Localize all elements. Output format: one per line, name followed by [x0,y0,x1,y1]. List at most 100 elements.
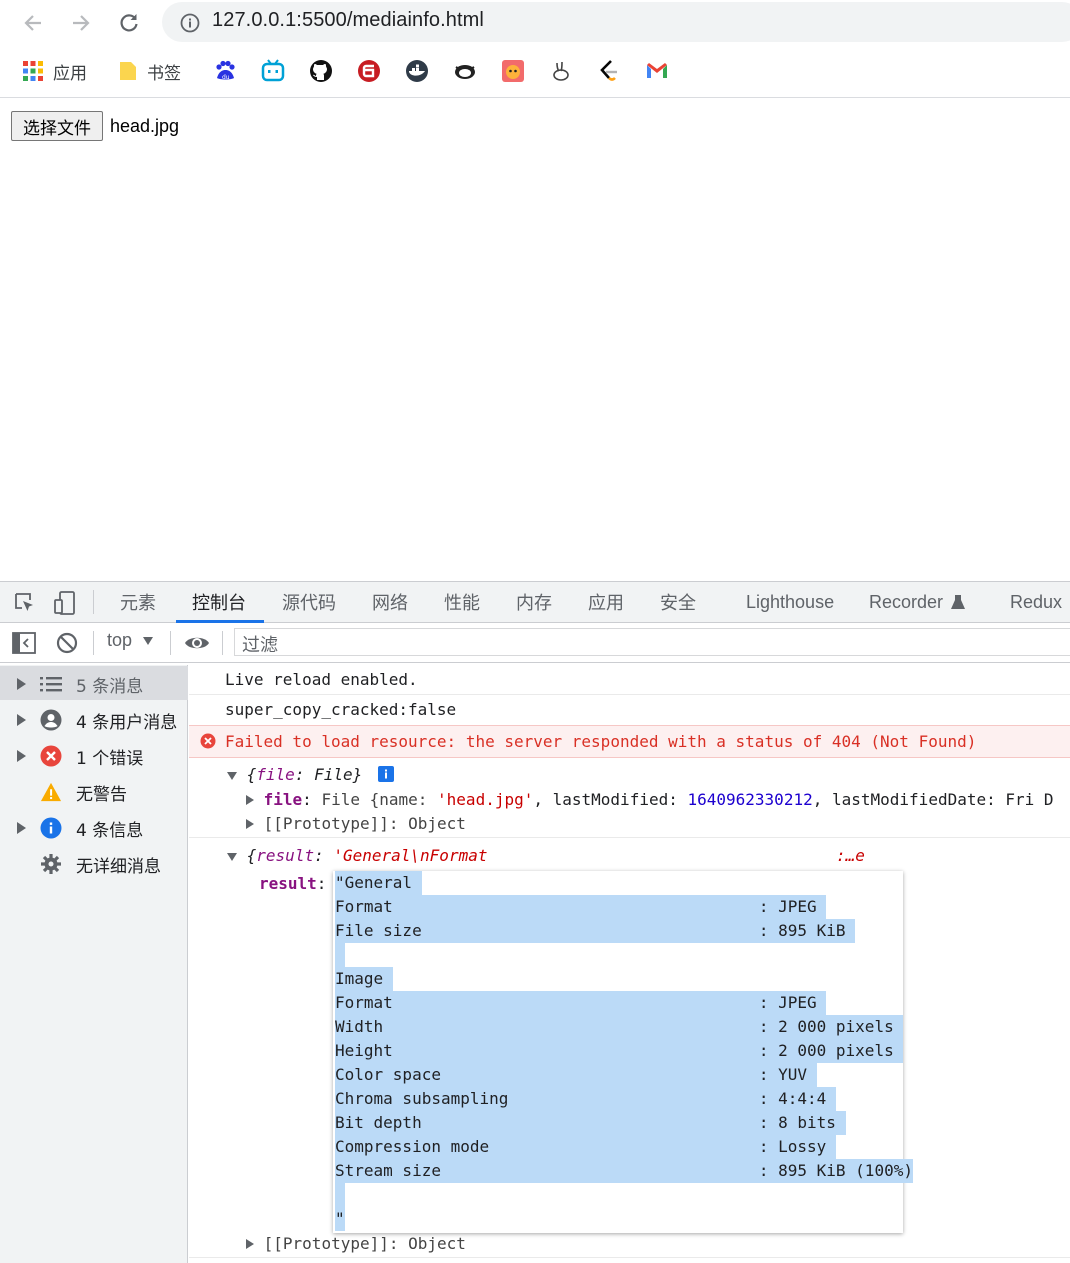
sidebar-item-messages[interactable]: 5 条消息 [0,666,188,700]
context-selector[interactable]: top [107,630,154,651]
string-value-popover[interactable]: "General Format : JPEG File size : 895 K… [333,871,913,1233]
popover-line: Format : JPEG [335,991,827,1015]
console-filter-input[interactable]: 过滤 [234,628,1070,656]
result-property-key: result: [259,874,327,893]
site-info-icon[interactable] [180,13,200,37]
gear-icon [40,853,62,875]
popover-line: Bit depth : 8 bits [335,1111,846,1135]
bookmark-github[interactable] [309,58,333,84]
tab-lighthouse[interactable]: Lighthouse [746,582,834,622]
back-button[interactable] [18,8,48,38]
toolbar-divider [170,631,171,655]
bookmark-gitee[interactable] [357,58,381,84]
collapse-triangle-icon [227,772,237,780]
tab-security[interactable]: 安全 [660,582,696,622]
tab-performance[interactable]: 性能 [444,582,480,622]
sidebar-item-user-messages[interactable]: 4 条用户消息 [0,702,188,736]
baidu-icon: du [216,60,235,81]
bookmark-bilibili[interactable] [261,58,285,84]
bookmark-tiger[interactable] [501,58,525,84]
popover-line: " [335,1207,345,1231]
bookmark-baidu[interactable]: du [213,58,237,84]
console-output: Live reload enabled. super_copy_cracked:… [189,665,1070,1263]
tab-memory[interactable]: 内存 [516,582,552,622]
tab-elements[interactable]: 元素 [120,582,156,622]
tab-application[interactable]: 应用 [588,582,624,622]
object-prototype[interactable]: [[Prototype]]: Object [246,814,1070,833]
popover-line: Chroma subsampling : 4:4:4 [335,1087,836,1111]
url-text: 127.0.0.1:5500/mediainfo.html [212,9,484,31]
popover-line: Color space : YUV [335,1063,817,1087]
bookmark-apps[interactable]: 应用 [22,58,87,84]
sidebar-item-errors[interactable]: 1 个错误 [0,738,188,772]
niuke-icon [455,65,475,79]
tab-network[interactable]: 网络 [372,582,408,622]
message-divider [189,694,1070,695]
sidebar-item-warnings[interactable]: 无警告 [0,774,188,808]
sidebar-item-info[interactable]: 4 条信息 [0,810,188,844]
address-bar[interactable]: 127.0.0.1:5500/mediainfo.html [162,2,1070,42]
prototype-label: [[Prototype]]: Object [263,814,466,833]
folder-icon [120,62,136,80]
property-key: file [263,790,303,809]
console-sidebar: 5 条消息 4 条用户消息 1 个错误 无警告 4 条信息 无详细消息 [0,665,188,1263]
popover-line: Compression mode : Lossy [335,1135,836,1159]
prototype-label: [[Prototype]]: Object [263,1234,466,1253]
console-log-line: super_copy_cracked:false [225,700,457,719]
info-badge-icon[interactable] [377,765,394,786]
sidebar-item-verbose[interactable]: 无详细消息 [0,846,188,880]
console-log-line: Live reload enabled. [225,670,418,689]
selected-file-name: head.jpg [110,116,180,136]
error-message: Failed to load resource: the server resp… [225,732,977,751]
message-divider [189,837,1070,838]
expand-arrow-icon [17,750,26,762]
bookmark-label: 应用 [53,63,87,84]
object-file-summary[interactable]: {file: File} [227,765,1070,786]
object-prototype[interactable]: [[Prototype]]: Object [246,1234,1070,1253]
bookmark-niuke[interactable] [453,58,477,84]
tab-console[interactable]: 控制台 [192,582,246,622]
property-name-value: 'head.jpg' [437,790,534,809]
user-icon [40,709,62,731]
docker-icon [406,60,428,82]
rabbit-icon [553,61,569,81]
reload-icon [120,14,138,32]
bookmark-rabbit[interactable] [549,58,573,84]
toolbar-divider [0,97,1070,98]
tab-redux[interactable]: Redux [1010,582,1062,622]
flask-icon [951,595,966,609]
object-file-property[interactable]: file: File {name: 'head.jpg', lastModifi… [246,790,1070,809]
clear-console-icon[interactable] [56,632,78,658]
bookmark-docker[interactable] [405,58,429,84]
popover-line [335,943,345,967]
bookmark-leetcode[interactable] [597,58,621,84]
tiger-icon [502,60,524,82]
show-sidebar-icon[interactable] [12,632,36,658]
live-expression-eye-icon[interactable] [184,633,210,657]
bookmark-folder[interactable]: 书签 [118,58,181,84]
bookmark-label: 书签 [147,63,181,84]
property-tail: , lastModifiedDate: Fri D [812,790,1054,809]
toolbar-divider [93,631,94,655]
sidebar-item-label: 4 条用户消息 [76,713,178,733]
devtools-panel: 元素 控制台 源代码 网络 性能 内存 应用 安全 Lighthouse Rec… [0,581,1070,1263]
inspect-element-icon[interactable] [14,592,36,618]
object-result-summary[interactable]: {result: 'General\nFormat [227,846,1070,865]
reload-button[interactable] [114,8,144,38]
context-label: top [107,630,133,650]
sidebar-item-label: 5 条消息 [76,677,144,697]
message-divider [189,1257,1070,1258]
info-icon [40,817,62,839]
tab-sources[interactable]: 源代码 [282,582,336,622]
browser-toolbar: 127.0.0.1:5500/mediainfo.html [0,0,1070,46]
apps-grid-icon [23,61,43,81]
forward-button[interactable] [66,8,96,38]
bookmark-gmail[interactable] [645,58,669,84]
tab-recorder[interactable]: Recorder [869,582,966,622]
object-value: 'General\nFormat [333,846,488,865]
device-toolbar-icon[interactable] [54,591,76,619]
tab-recorder-label: Recorder [869,591,944,612]
choose-file-button[interactable]: 选择文件 [11,111,103,141]
toolbar-divider [222,631,223,655]
expand-arrow-icon [17,714,26,726]
